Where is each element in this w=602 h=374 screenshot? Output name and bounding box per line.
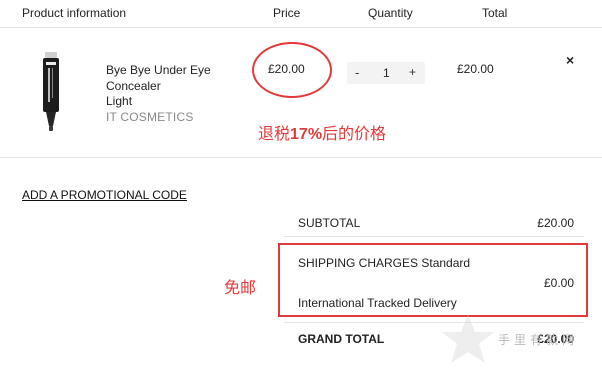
- quantity-value[interactable]: 1: [383, 66, 390, 80]
- quantity-increase-button[interactable]: +: [409, 65, 416, 79]
- shipping-highlight-box: [278, 243, 588, 317]
- header-quantity: Quantity: [368, 6, 413, 20]
- tax-refund-percent: 17%: [290, 126, 323, 143]
- header-total: Total: [482, 6, 508, 20]
- remove-item-button[interactable]: ×: [566, 52, 574, 68]
- product-brand: IT COSMETICS: [106, 110, 194, 124]
- cart-table-header: Product information Price Quantity Total: [0, 0, 602, 28]
- product-thumbnail[interactable]: [36, 52, 66, 132]
- watermark-text: 手里有款网: [498, 333, 579, 347]
- product-shade: Light: [106, 94, 133, 108]
- price-highlight-circle: [252, 42, 332, 98]
- quantity-decrease-button[interactable]: -: [355, 65, 359, 80]
- subtotal-label: SUBTOTAL: [298, 216, 361, 230]
- tax-refund-suffix: 后的价格: [322, 126, 387, 143]
- add-promotional-code-link[interactable]: ADD A PROMOTIONAL CODE: [22, 188, 187, 202]
- header-price: Price: [273, 6, 301, 20]
- quantity-stepper: - 1 +: [347, 62, 425, 84]
- cart-item-row: Bye Bye Under Eye Concealer Light IT COS…: [0, 28, 602, 158]
- grand-total-label: GRAND TOTAL: [298, 332, 385, 346]
- watermark-star-icon: [442, 314, 494, 363]
- subtotal-value: £20.00: [537, 216, 574, 230]
- header-product-information: Product information: [22, 6, 127, 20]
- tax-refund-annotation: 退税17%后的价格: [258, 120, 386, 144]
- free-shipping-annotation: 免邮: [224, 280, 257, 297]
- grand-total-divider: [284, 322, 584, 323]
- tax-refund-prefix: 退税: [258, 126, 291, 143]
- product-name[interactable]: Bye Bye Under Eye Concealer: [106, 62, 236, 94]
- item-total: £20.00: [457, 62, 494, 76]
- summary-divider: [284, 236, 584, 237]
